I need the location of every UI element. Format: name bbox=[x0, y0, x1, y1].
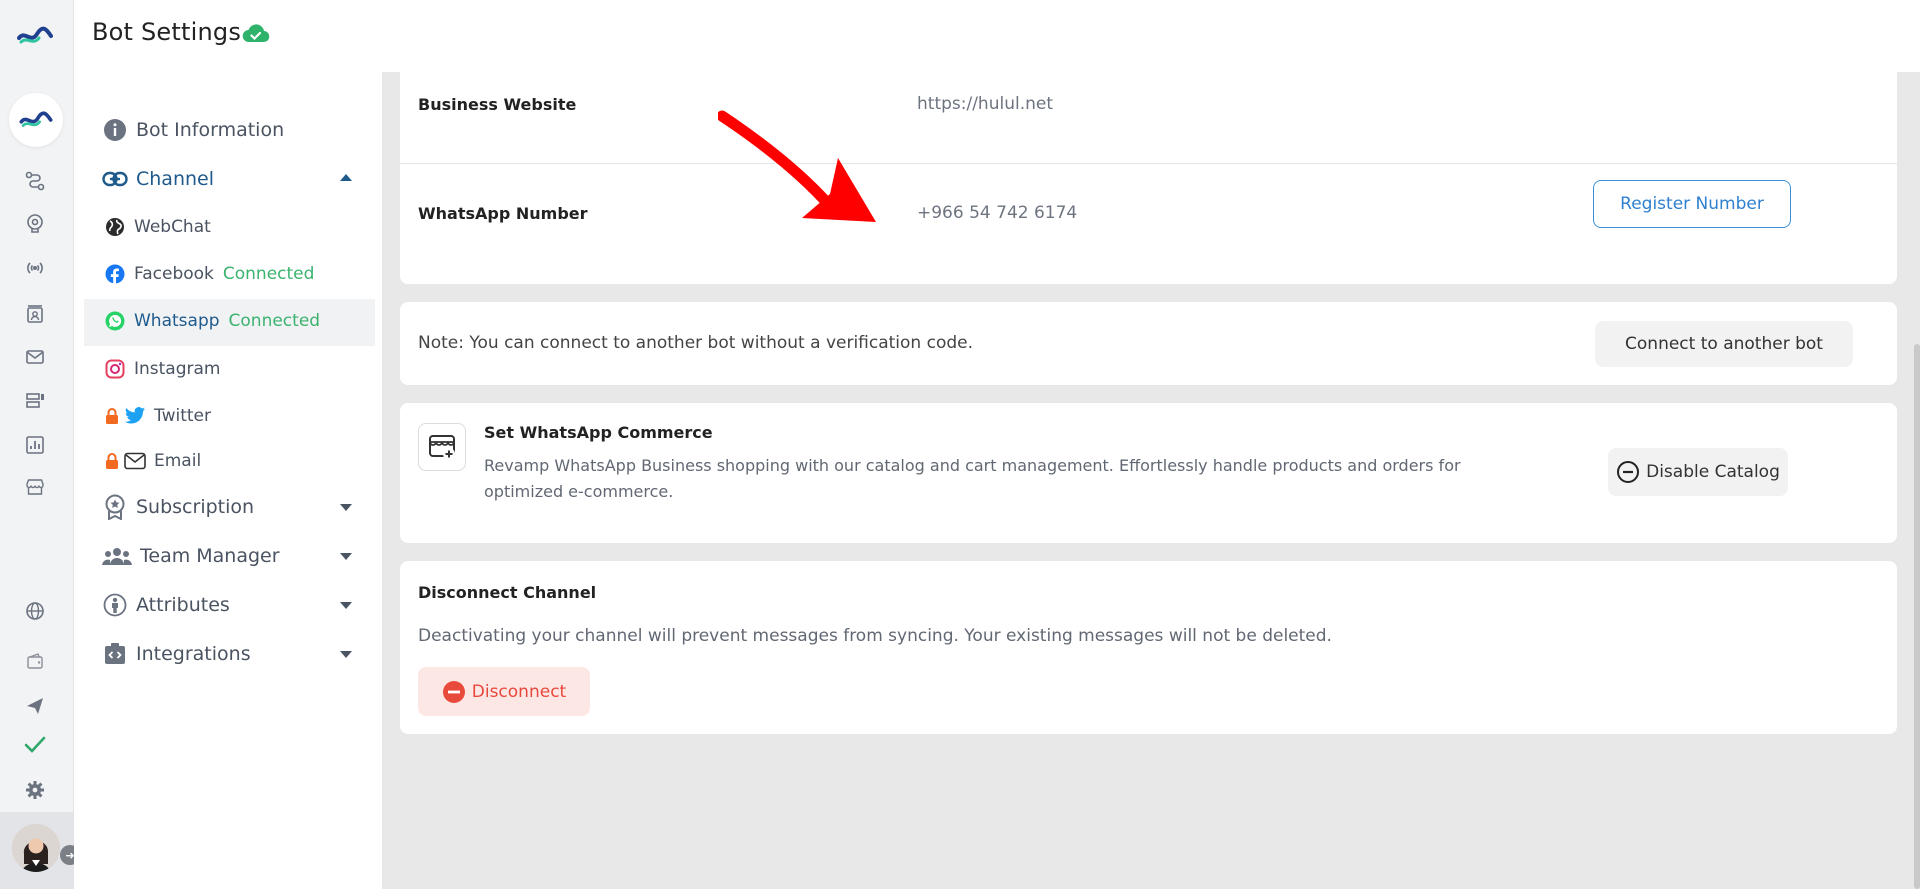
channel-email[interactable]: Email bbox=[104, 450, 201, 472]
globe-icon bbox=[104, 216, 126, 238]
storefront-icon bbox=[418, 423, 466, 471]
icon-rail: ➜ bbox=[0, 0, 80, 889]
flow-icon[interactable] bbox=[23, 169, 47, 193]
brain-icon[interactable] bbox=[23, 211, 47, 235]
info-icon bbox=[102, 117, 128, 143]
nav-team-manager-label: Team Manager bbox=[140, 545, 280, 567]
nav-subscription-label: Subscription bbox=[136, 496, 255, 518]
business-details-card: Business Website https://hulul.net Whats… bbox=[400, 60, 1897, 284]
send-icon[interactable] bbox=[23, 694, 47, 718]
instagram-icon bbox=[104, 358, 126, 380]
facebook-icon bbox=[104, 263, 126, 285]
twitter-icon bbox=[124, 405, 146, 427]
contacts-icon[interactable] bbox=[23, 302, 47, 326]
nav-attributes[interactable]: Attributes bbox=[102, 592, 230, 618]
connect-another-bot-button[interactable]: Connect to another bot bbox=[1595, 321, 1853, 367]
channel-webchat-label: WebChat bbox=[134, 217, 211, 237]
business-website-label: Business Website bbox=[418, 95, 577, 114]
main-content: Business Website https://hulul.net Whats… bbox=[382, 60, 1920, 889]
facebook-status-badge: Connected bbox=[222, 264, 315, 284]
channel-whatsapp[interactable]: Whatsapp Connected bbox=[104, 310, 320, 332]
nav-subscription[interactable]: Subscription bbox=[102, 494, 254, 520]
disconnect-button[interactable]: Disconnect bbox=[418, 667, 590, 716]
settings-sidebar: Bot Information Channel WebChat Facebook… bbox=[74, 72, 382, 889]
mail-icon bbox=[124, 450, 146, 472]
lock-icon bbox=[104, 405, 120, 427]
badge-icon bbox=[102, 494, 128, 520]
whatsapp-icon bbox=[104, 310, 126, 332]
commerce-title: Set WhatsApp Commerce bbox=[484, 423, 713, 442]
bot-avatar[interactable] bbox=[9, 93, 63, 147]
connect-bot-card: Note: You can connect to another bot wit… bbox=[400, 302, 1897, 385]
whatsapp-number-label: WhatsApp Number bbox=[418, 204, 588, 223]
link-icon bbox=[102, 166, 128, 192]
nav-channel-label: Channel bbox=[136, 168, 215, 190]
nav-channel[interactable]: Channel bbox=[102, 166, 214, 192]
minus-circle-icon bbox=[1617, 461, 1640, 483]
channel-whatsapp-label: Whatsapp bbox=[134, 311, 220, 331]
integrations-icon bbox=[102, 641, 128, 667]
nav-bot-information[interactable]: Bot Information bbox=[102, 117, 284, 143]
user-avatar[interactable] bbox=[12, 824, 60, 872]
disable-catalog-label: Disable Catalog bbox=[1646, 462, 1780, 482]
channel-twitter[interactable]: Twitter bbox=[104, 405, 211, 427]
channel-instagram-label: Instagram bbox=[134, 359, 221, 379]
nav-integrations[interactable]: Integrations bbox=[102, 641, 251, 667]
channel-email-label: Email bbox=[154, 451, 202, 471]
disconnect-channel-card: Disconnect Channel Deactivating your cha… bbox=[400, 561, 1897, 734]
whatsapp-number-value: +966 54 742 6174 bbox=[917, 203, 1078, 223]
disable-catalog-button[interactable]: Disable Catalog bbox=[1608, 448, 1788, 496]
annotation-arrow-icon bbox=[718, 110, 876, 222]
broadcast-icon[interactable] bbox=[23, 256, 47, 280]
channel-instagram[interactable]: Instagram bbox=[104, 358, 221, 380]
nav-attributes-label: Attributes bbox=[136, 594, 230, 616]
cloud-check-icon bbox=[242, 24, 270, 43]
analytics-icon[interactable] bbox=[23, 433, 47, 457]
commerce-desc-line1: Revamp WhatsApp Business shopping with o… bbox=[484, 456, 1461, 475]
whatsapp-commerce-card: Set WhatsApp Commerce Revamp WhatsApp Bu… bbox=[400, 403, 1897, 543]
whatsapp-status-badge: Connected bbox=[228, 311, 321, 331]
bot-logo-icon bbox=[19, 111, 53, 127]
team-icon bbox=[102, 543, 132, 569]
person-icon bbox=[102, 592, 128, 618]
divider bbox=[400, 163, 1897, 164]
nav-bot-information-label: Bot Information bbox=[136, 119, 285, 141]
page-title: Bot Settings bbox=[92, 18, 242, 46]
wallet-icon[interactable] bbox=[23, 649, 47, 673]
remove-circle-icon bbox=[442, 680, 465, 703]
nav-integrations-label: Integrations bbox=[136, 643, 251, 665]
commerce-desc-line2: optimized e-commerce. bbox=[484, 482, 674, 501]
mail-icon[interactable] bbox=[23, 345, 47, 369]
chevron-down-icon[interactable] bbox=[340, 651, 352, 658]
templates-icon[interactable] bbox=[23, 389, 47, 413]
chevron-down-icon[interactable] bbox=[340, 602, 352, 609]
note-text: Note: You can connect to another bot wit… bbox=[418, 333, 974, 353]
globe-icon[interactable] bbox=[23, 599, 47, 623]
disconnect-label: Disconnect bbox=[471, 681, 567, 702]
disconnect-title: Disconnect Channel bbox=[418, 583, 597, 602]
scrollbar[interactable] bbox=[1914, 344, 1920, 889]
channel-twitter-label: Twitter bbox=[154, 406, 211, 426]
store-icon[interactable] bbox=[23, 475, 47, 499]
business-website-value: https://hulul.net bbox=[917, 94, 1054, 114]
channel-facebook-label: Facebook bbox=[134, 264, 214, 284]
lock-icon bbox=[104, 450, 120, 472]
channel-webchat[interactable]: WebChat bbox=[104, 216, 211, 238]
check-icon[interactable] bbox=[23, 733, 47, 757]
app-logo-icon[interactable] bbox=[17, 24, 53, 48]
channel-facebook[interactable]: Facebook Connected bbox=[104, 263, 314, 285]
gear-icon[interactable] bbox=[23, 778, 47, 802]
chevron-up-icon[interactable] bbox=[340, 174, 352, 181]
register-number-button[interactable]: Register Number bbox=[1593, 180, 1791, 228]
disconnect-desc: Deactivating your channel will prevent m… bbox=[418, 626, 1332, 646]
nav-team-manager[interactable]: Team Manager bbox=[102, 543, 280, 569]
chevron-down-icon[interactable] bbox=[340, 504, 352, 511]
chevron-down-icon[interactable] bbox=[340, 553, 352, 560]
